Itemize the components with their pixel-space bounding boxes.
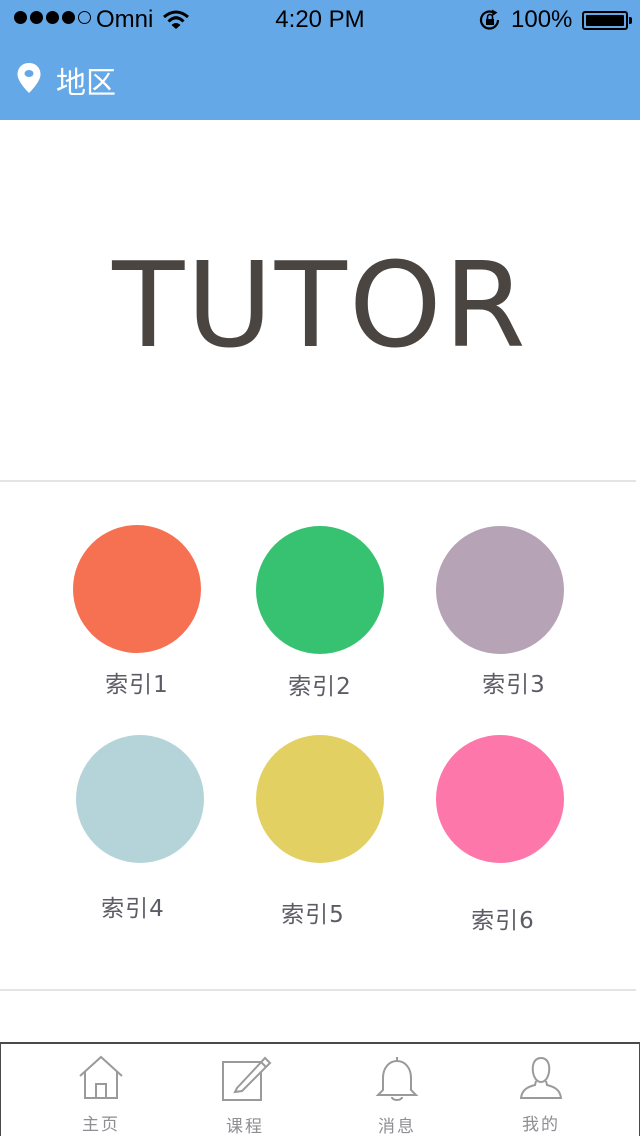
tab-label: 课程 bbox=[226, 1117, 264, 1137]
category-circle bbox=[436, 526, 564, 654]
location-pin-icon bbox=[16, 62, 42, 98]
section-divider bbox=[0, 480, 636, 482]
user-icon bbox=[517, 1054, 565, 1102]
category-label: 索引1 bbox=[105, 672, 169, 698]
battery-percentage: 100% bbox=[511, 6, 573, 33]
category-item-6[interactable]: 索引6 bbox=[420, 735, 580, 934]
nav-bar: 地区 bbox=[0, 40, 640, 120]
location-label: 地区 bbox=[56, 66, 116, 101]
category-label: 索引3 bbox=[482, 672, 546, 698]
category-label: 索引2 bbox=[288, 674, 352, 700]
home-icon bbox=[77, 1054, 125, 1102]
category-item-3[interactable]: 索引3 bbox=[420, 526, 580, 698]
category-circle bbox=[256, 735, 384, 863]
tab-home[interactable]: 主页 bbox=[31, 1044, 171, 1136]
category-item-1[interactable]: 索引1 bbox=[57, 525, 217, 698]
category-item-5[interactable]: 索引5 bbox=[240, 735, 400, 928]
section-divider bbox=[0, 989, 636, 991]
category-circle bbox=[73, 525, 201, 653]
tab-profile[interactable]: 我的 bbox=[471, 1044, 611, 1136]
app-title: TUTOR bbox=[112, 236, 528, 374]
category-item-2[interactable]: 索引2 bbox=[240, 526, 400, 700]
rotation-lock-icon bbox=[478, 9, 502, 38]
category-label: 索引5 bbox=[281, 902, 345, 928]
tab-label: 消息 bbox=[378, 1117, 416, 1137]
category-circle bbox=[436, 735, 564, 863]
category-label: 索引4 bbox=[101, 896, 165, 922]
status-bar: Omni 4:20 PM 100% bbox=[0, 0, 640, 40]
tab-courses[interactable]: 课程 bbox=[175, 1044, 315, 1137]
battery-icon bbox=[582, 11, 632, 30]
category-circle bbox=[76, 735, 204, 863]
category-label: 索引6 bbox=[471, 908, 535, 934]
edit-icon bbox=[221, 1054, 272, 1102]
tab-label: 主页 bbox=[82, 1115, 120, 1135]
tab-messages[interactable]: 消息 bbox=[327, 1044, 467, 1137]
category-item-4[interactable]: 索引4 bbox=[60, 735, 220, 922]
hero-banner: TUTOR bbox=[0, 120, 640, 480]
tab-bar: 主页 课程 消息 我的 bbox=[0, 1042, 640, 1137]
bell-icon bbox=[373, 1054, 421, 1102]
tab-label: 我的 bbox=[522, 1115, 560, 1135]
location-button[interactable]: 地区 bbox=[16, 58, 116, 102]
category-circle bbox=[256, 526, 384, 654]
